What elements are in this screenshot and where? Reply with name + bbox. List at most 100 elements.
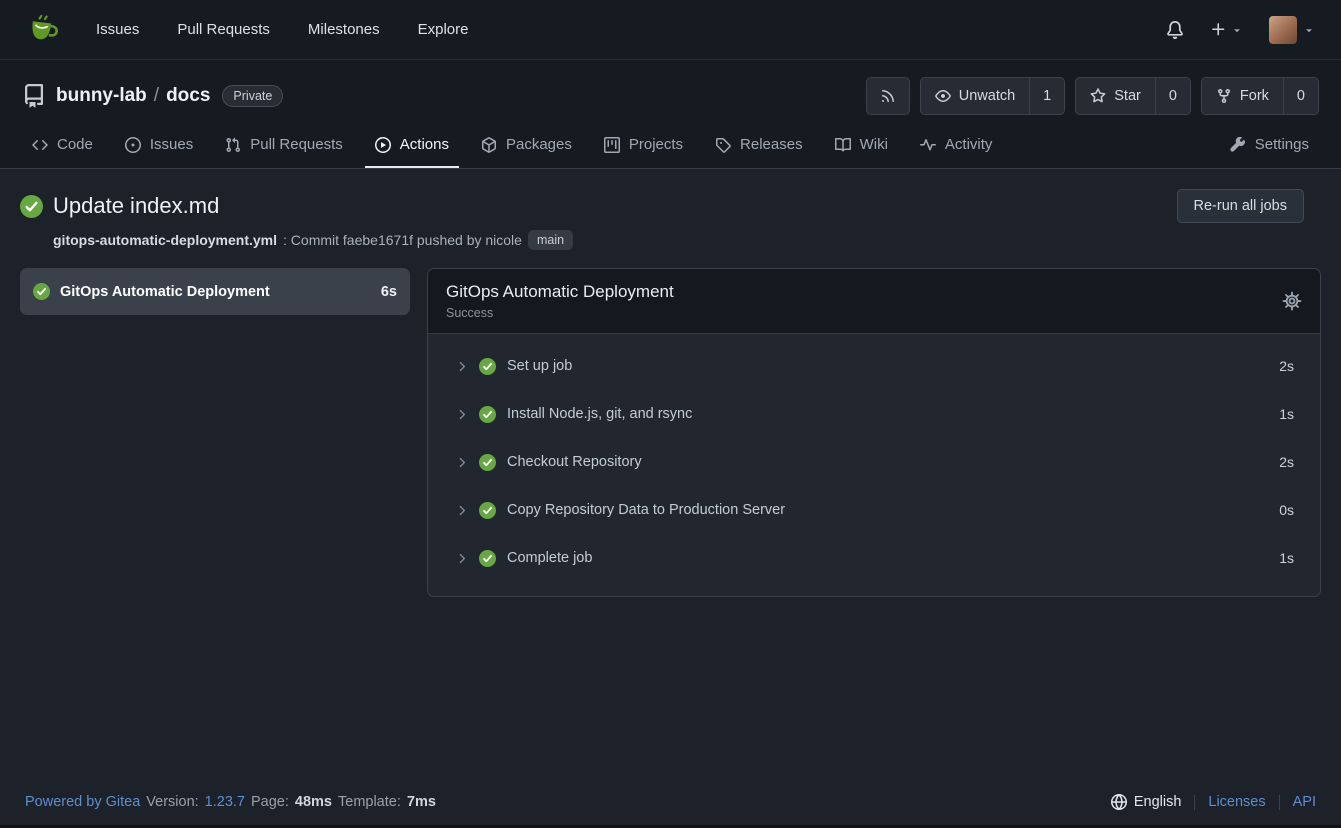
rerun-all-jobs-button[interactable]: Re-run all jobs [1177, 189, 1305, 223]
tab-issues[interactable]: Issues [115, 124, 203, 168]
fork-button-group: Fork 0 [1201, 77, 1319, 115]
step-row[interactable]: Copy Repository Data to Production Serve… [428, 486, 1320, 534]
language-selector[interactable]: English [1111, 794, 1182, 810]
top-navbar: Issues Pull Requests Milestones Explore [0, 0, 1341, 60]
tab-activity[interactable]: Activity [910, 124, 1003, 168]
step-row[interactable]: Complete job 1s [428, 534, 1320, 582]
success-check-icon [20, 195, 43, 218]
branch-badge[interactable]: main [528, 230, 573, 250]
job-list-item[interactable]: GitOps Automatic Deployment 6s [20, 268, 410, 315]
actions-run-page: Update index.md Re-run all jobs gitops-a… [0, 169, 1341, 779]
star-button-group: Star 0 [1075, 77, 1191, 115]
user-menu[interactable] [1269, 16, 1315, 44]
api-link[interactable]: API [1293, 794, 1316, 810]
tab-label: Releases [740, 136, 803, 153]
tab-releases[interactable]: Releases [705, 124, 813, 168]
tab-code[interactable]: Code [22, 124, 103, 168]
chevron-right-icon [454, 407, 469, 422]
success-check-icon [479, 406, 496, 423]
nav-item-milestones[interactable]: Milestones [308, 21, 380, 38]
navbar-right [1166, 16, 1315, 44]
tab-settings[interactable]: Settings [1220, 124, 1319, 168]
notifications-bell-icon[interactable] [1166, 21, 1184, 39]
version-label: Version: [146, 794, 198, 810]
stars-count[interactable]: 0 [1155, 78, 1190, 114]
globe-icon [1111, 794, 1127, 810]
version-link[interactable]: 1.23.7 [205, 794, 245, 810]
nav-item-explore[interactable]: Explore [418, 21, 469, 38]
tab-label: Projects [629, 136, 683, 153]
job-panel-header: GitOps Automatic Deployment Success [428, 269, 1320, 334]
unwatch-label: Unwatch [959, 88, 1015, 104]
footer-divider [1279, 795, 1280, 810]
job-detail-panel: GitOps Automatic Deployment Success [427, 268, 1321, 597]
tab-label: Wiki [860, 136, 888, 153]
pull-request-icon [225, 137, 241, 153]
repo-name-link[interactable]: docs [166, 85, 210, 107]
repo-title-row: bunny-lab / docs Private [22, 74, 1319, 118]
unwatch-button[interactable]: Unwatch [921, 78, 1029, 114]
job-status: Success [446, 306, 674, 320]
step-row[interactable]: Set up job 2s [428, 342, 1320, 390]
step-duration: 2s [1279, 454, 1294, 470]
footer-left: Powered by Gitea Version: 1.23.7 Page: 4… [25, 794, 436, 810]
star-icon [1090, 88, 1106, 104]
chevron-right-icon [454, 503, 469, 518]
fork-button[interactable]: Fork [1202, 78, 1283, 114]
fork-label: Fork [1240, 88, 1269, 104]
gitea-logo[interactable] [26, 13, 60, 47]
user-avatar [1269, 16, 1297, 44]
workflow-file-link[interactable]: gitops-automatic-deployment.yml [53, 232, 277, 248]
primary-nav: Issues Pull Requests Milestones Explore [96, 21, 468, 38]
nav-item-issues[interactable]: Issues [96, 21, 139, 38]
repo-action-buttons: Unwatch 1 Star 0 [866, 77, 1319, 115]
chevron-right-icon [454, 455, 469, 470]
private-badge: Private [222, 85, 283, 107]
step-name: Complete job [507, 550, 592, 566]
repo-header: bunny-lab / docs Private [0, 60, 1341, 169]
job-steps-list: Set up job 2s Install Node.js, git, and … [428, 334, 1320, 596]
run-body: GitOps Automatic Deployment 6s GitOps Au… [20, 268, 1321, 617]
licenses-link[interactable]: Licenses [1208, 794, 1265, 810]
gear-icon[interactable] [1282, 291, 1302, 311]
nav-item-pull-requests[interactable]: Pull Requests [177, 21, 270, 38]
fork-icon [1216, 88, 1232, 104]
forks-count[interactable]: 0 [1283, 78, 1318, 114]
tab-wiki[interactable]: Wiki [825, 124, 898, 168]
tools-icon [1230, 137, 1246, 153]
repo-separator: / [154, 85, 159, 107]
create-new-button[interactable] [1210, 21, 1243, 38]
success-check-icon [479, 358, 496, 375]
template-time-label: Template: [338, 794, 401, 810]
footer-divider [1194, 795, 1195, 810]
tab-actions[interactable]: Actions [365, 124, 459, 168]
code-icon [32, 137, 48, 153]
tab-pull-requests[interactable]: Pull Requests [215, 124, 353, 168]
rss-button-group [866, 77, 910, 115]
run-title-row: Update index.md Re-run all jobs [20, 189, 1321, 223]
success-check-icon [33, 283, 50, 300]
tab-projects[interactable]: Projects [594, 124, 693, 168]
book-icon [835, 137, 851, 153]
job-name: GitOps Automatic Deployment [60, 284, 371, 300]
step-duration: 2s [1279, 358, 1294, 374]
tab-label: Issues [150, 136, 193, 153]
star-button[interactable]: Star [1076, 78, 1155, 114]
chevron-right-icon [454, 551, 469, 566]
job-panel-titles: GitOps Automatic Deployment Success [446, 282, 674, 320]
rss-feed-button[interactable] [867, 78, 909, 114]
step-duration: 0s [1279, 502, 1294, 518]
repo-owner-link[interactable]: bunny-lab [56, 85, 147, 107]
tab-label: Code [57, 136, 93, 153]
powered-by-link[interactable]: Powered by Gitea [25, 794, 140, 810]
tab-label: Activity [945, 136, 993, 153]
watchers-count[interactable]: 1 [1029, 78, 1064, 114]
repo-tabs: Code Issues Pull Requests Actions Packag… [22, 124, 1319, 168]
page-footer: Powered by Gitea Version: 1.23.7 Page: 4… [0, 779, 1341, 825]
repo-icon [22, 84, 46, 108]
page-time-value: 48ms [295, 794, 332, 810]
tab-packages[interactable]: Packages [471, 124, 582, 168]
tab-label: Packages [506, 136, 572, 153]
step-row[interactable]: Install Node.js, git, and rsync 1s [428, 390, 1320, 438]
step-row[interactable]: Checkout Repository 2s [428, 438, 1320, 486]
